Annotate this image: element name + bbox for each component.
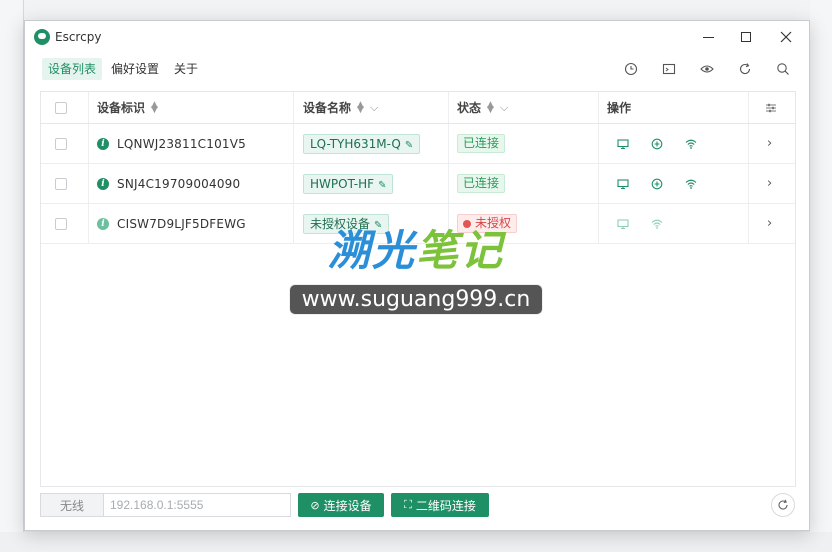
close-button[interactable]	[767, 21, 805, 53]
status-badge: 已连接	[457, 134, 506, 153]
qr-connect-button[interactable]: ⛶ 二维码连接	[391, 493, 489, 517]
wifi-icon[interactable]	[683, 136, 699, 152]
close-icon	[780, 31, 792, 43]
maximize-icon	[741, 32, 751, 42]
app-logo-icon	[34, 29, 50, 45]
minimize-button[interactable]	[689, 21, 727, 53]
device-name: LQ-TYH631M-Q	[310, 136, 401, 151]
table-row[interactable]: i SNJ4C19709004090 HWPOT-HF ✎ 已连接 ›	[41, 164, 795, 204]
chevron-right-icon: ›	[767, 216, 773, 231]
sort-icon[interactable]: ▲ ▼	[487, 100, 494, 114]
device-id: LQNWJ23811C101V5	[117, 136, 247, 151]
device-id-cell: i SNJ4C19709004090	[97, 164, 240, 203]
device-id: CISW7D9LJF5DFEWG	[117, 216, 246, 231]
chevron-right-icon: ›	[767, 136, 773, 151]
refresh-devices-button[interactable]	[771, 493, 795, 517]
title-bar[interactable]: Escrcpy	[25, 21, 809, 53]
maximize-button[interactable]	[727, 21, 765, 53]
wireless-label: 无线	[40, 493, 104, 517]
device-name-cell[interactable]: HWPOT-HF ✎	[303, 164, 394, 203]
device-name-tag[interactable]: HWPOT-HF ✎	[303, 173, 394, 194]
column-id[interactable]: 设备标识 ▲ ▼	[97, 92, 158, 123]
column-status-label: 状态	[457, 101, 482, 115]
wifi-icon[interactable]	[649, 216, 665, 232]
edit-icon[interactable]: ✎	[378, 180, 386, 191]
expand-row-button[interactable]: ›	[767, 164, 772, 203]
chevron-down-icon[interactable]: ⌵	[500, 101, 508, 115]
mirror-screen-icon[interactable]	[615, 136, 631, 152]
row-checkbox[interactable]	[55, 204, 67, 243]
terminal-icon[interactable]	[661, 61, 677, 77]
column-name[interactable]: 设备名称 ▲ ▼ ⌵	[303, 92, 378, 123]
column-name-label: 设备名称	[303, 101, 352, 115]
watermark-logo-text: 溯光笔记	[327, 226, 505, 275]
desktop-background-bottom	[0, 532, 832, 552]
tab-preferences[interactable]: 偏好设置	[105, 58, 165, 80]
minimize-icon	[702, 36, 714, 38]
actions-cell	[615, 124, 717, 163]
expand-row-button[interactable]: ›	[767, 204, 772, 243]
mirror-screen-icon[interactable]	[615, 216, 631, 232]
watermark-url: www.suguang999.cn	[288, 284, 544, 315]
nav-bar: 设备列表 偏好设置 关于	[25, 54, 809, 84]
refresh-icon	[778, 499, 788, 510]
actions-cell	[615, 204, 683, 243]
status-badge: 已连接	[457, 174, 506, 193]
device-id-cell: i CISW7D9LJF5DFEWG	[97, 204, 246, 243]
status-cell: 已连接	[457, 124, 506, 163]
ip-address-input[interactable]	[103, 493, 291, 517]
search-icon[interactable]	[775, 61, 791, 77]
device-name: HWPOT-HF	[310, 176, 375, 191]
row-checkbox[interactable]	[55, 164, 67, 203]
device-id-cell: i LQNWJ23811C101V5	[97, 124, 246, 163]
app-window: Escrcpy 设备列表 偏好设置 关于 设备标识 ▲ ▼ 设备名称 ▲ ▼ ⌵…	[24, 20, 810, 531]
chevron-right-icon: ›	[767, 176, 773, 191]
sort-icon[interactable]: ▲ ▼	[151, 100, 158, 114]
add-circle-icon[interactable]	[649, 136, 665, 152]
table-row[interactable]: i LQNWJ23811C101V5 LQ-TYH631M-Q ✎ 已连接 ›	[41, 124, 795, 164]
qr-connect-label: 二维码连接	[415, 498, 476, 513]
connect-device-label: 连接设备	[323, 498, 372, 513]
edit-icon[interactable]: ✎	[405, 140, 413, 151]
column-actions: 操作	[607, 92, 631, 123]
watermark: 溯光笔记 www.suguang999.cn	[273, 217, 559, 315]
device-name-tag[interactable]: LQ-TYH631M-Q ✎	[303, 133, 421, 154]
wifi-icon[interactable]	[683, 176, 699, 192]
info-icon[interactable]: i	[97, 177, 109, 190]
window-title: Escrcpy	[55, 30, 102, 44]
connect-device-button[interactable]: ⊘ 连接设备	[298, 493, 384, 517]
table-header: 设备标识 ▲ ▼ 设备名称 ▲ ▼ ⌵ 状态 ▲ ▼ ⌵ 操作	[41, 92, 795, 124]
footer-bar: 无线 ⊘ 连接设备 ⛶ 二维码连接	[40, 493, 796, 517]
tab-about[interactable]: 关于	[168, 58, 204, 80]
column-actions-label: 操作	[607, 101, 632, 115]
scan-icon: ⛶	[404, 498, 412, 511]
eye-icon[interactable]	[699, 61, 715, 77]
select-all-checkbox[interactable]	[55, 92, 67, 123]
device-id: SNJ4C19709004090	[117, 176, 241, 191]
desktop-background-left	[0, 0, 24, 552]
expand-row-button[interactable]: ›	[767, 124, 772, 163]
actions-cell	[615, 164, 717, 203]
mirror-screen-icon[interactable]	[615, 176, 631, 192]
add-circle-icon[interactable]	[649, 176, 665, 192]
desktop-background-right	[810, 0, 832, 552]
column-status[interactable]: 状态 ▲ ▼ ⌵	[457, 92, 508, 123]
row-checkbox[interactable]	[55, 124, 67, 163]
chevron-down-icon[interactable]: ⌵	[370, 101, 378, 115]
column-id-label: 设备标识	[97, 101, 146, 115]
info-icon[interactable]: i	[97, 217, 109, 230]
history-icon[interactable]	[623, 61, 639, 77]
status-cell: 已连接	[457, 164, 506, 203]
column-settings-icon[interactable]	[765, 92, 777, 123]
desktop-background-top	[0, 0, 832, 20]
link-icon: ⊘	[310, 498, 320, 512]
refresh-icon[interactable]	[737, 61, 753, 77]
device-name-cell[interactable]: LQ-TYH631M-Q ✎	[303, 124, 421, 163]
info-icon[interactable]: i	[97, 137, 109, 150]
sort-icon[interactable]: ▲ ▼	[357, 100, 364, 114]
tab-device-list[interactable]: 设备列表	[42, 58, 103, 80]
